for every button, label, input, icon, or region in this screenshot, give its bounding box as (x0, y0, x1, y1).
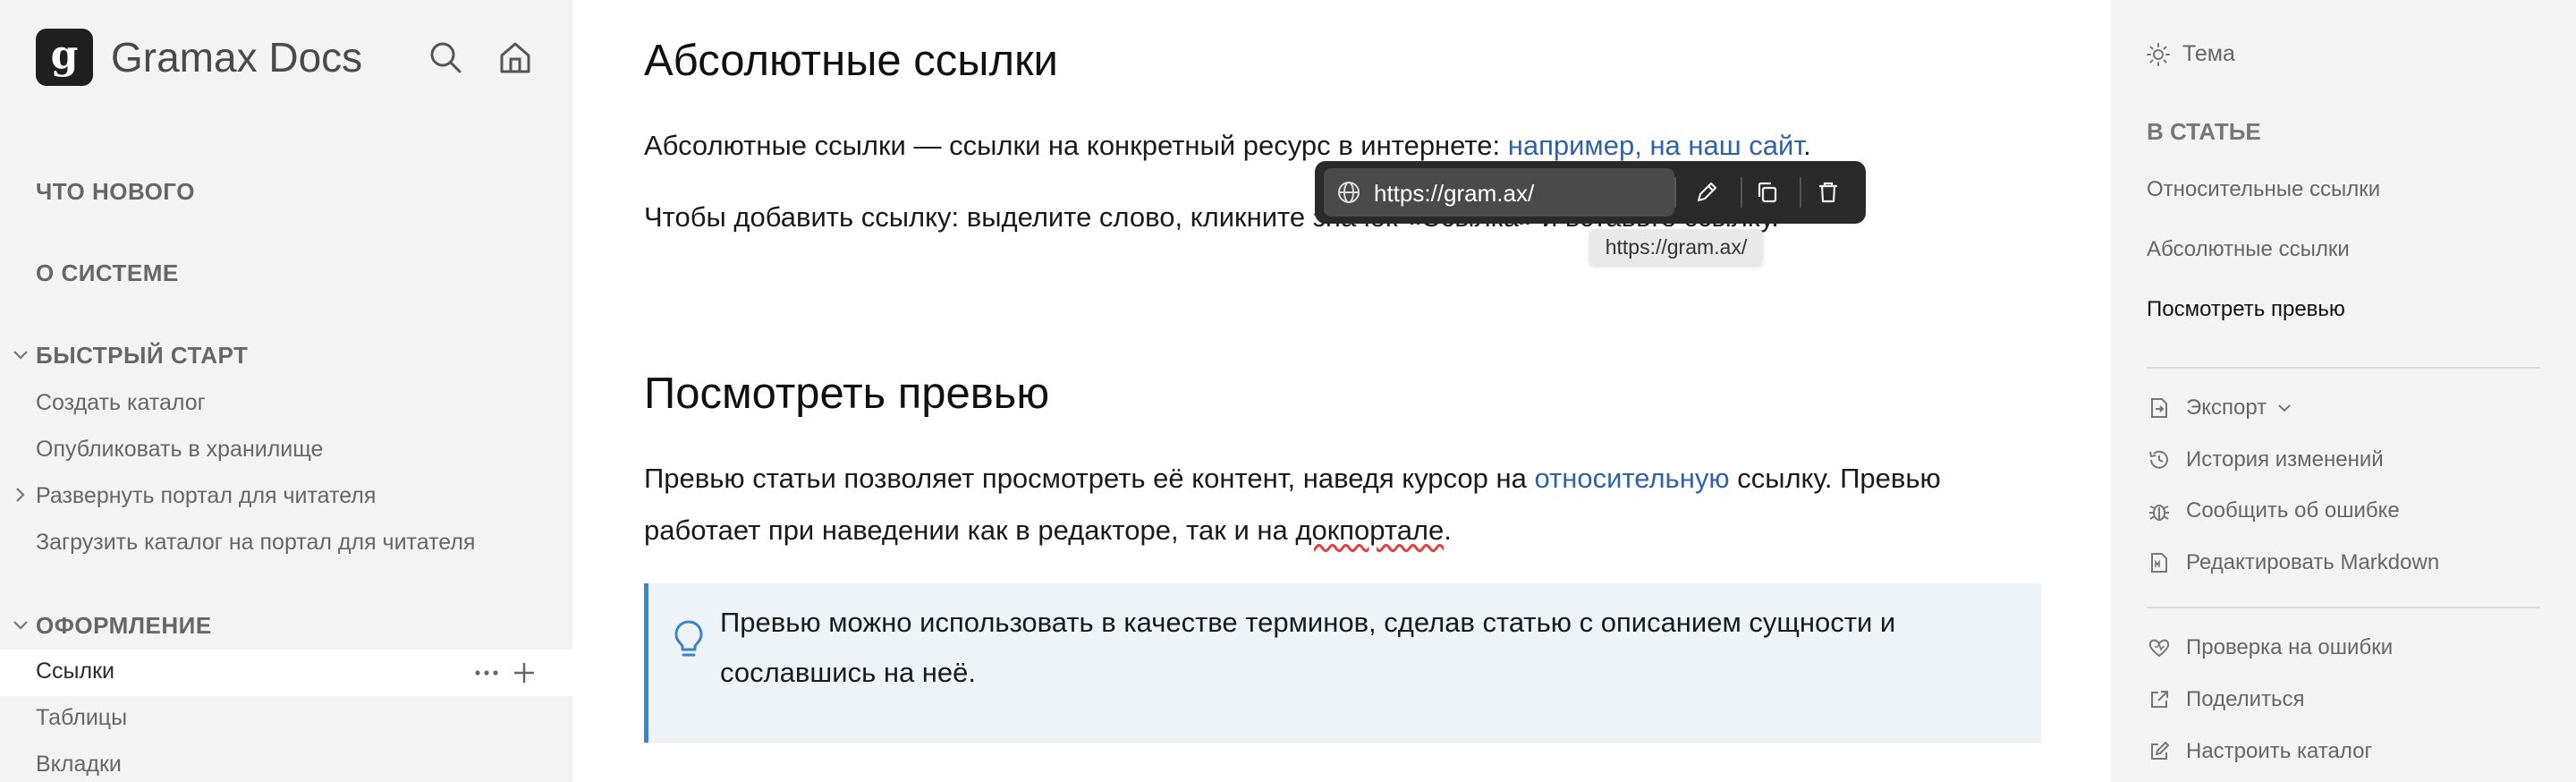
history-label: История изменений (2186, 447, 2384, 472)
configure-catalog-label: Настроить каталог (2186, 739, 2373, 763)
configure-catalog-button[interactable]: Настроить каталог (2147, 739, 2372, 764)
brand[interactable]: g Gramax Docs (36, 29, 362, 86)
sidebar-item-tabs[interactable]: Вкладки (36, 752, 122, 778)
toc-heading: В СТАТЬЕ (2147, 118, 2261, 145)
edit-link-icon[interactable] (1690, 176, 1723, 208)
sidebar-item-deploy-portal[interactable]: Развернуть портал для читателя (36, 483, 376, 509)
link-relative[interactable]: относительную (1534, 463, 1729, 494)
history-icon (2147, 447, 2172, 472)
spellcheck-word[interactable]: докпортале (1295, 514, 1444, 546)
sidebar-item-publish[interactable]: Опубликовать в хранилище (36, 437, 323, 463)
chevron-right-icon[interactable] (11, 485, 30, 505)
divider (2147, 367, 2540, 369)
nav-section-quickstart[interactable]: БЫСТРЫЙ СТАРТ (36, 342, 248, 370)
edit-markdown-label: Редактировать Markdown (2186, 550, 2440, 574)
delete-link-icon[interactable] (1812, 176, 1844, 208)
chevron-down-icon[interactable] (11, 345, 30, 365)
heading-absolute-links: Абсолютные ссылки (644, 37, 1058, 85)
nav-section-whats-new[interactable]: ЧТО НОВОГО (36, 178, 195, 206)
theme-toggle[interactable]: Тема (2147, 41, 2235, 67)
link-tooltip: https://gram.ax/ (1589, 229, 1763, 265)
link-toolbar: https://gram.ax/ (1315, 161, 1866, 224)
left-sidebar: g Gramax Docs ЧТО НОВОГО О СИСТЕМЕ БЫСТР… (0, 0, 572, 782)
sidebar-item-create-catalog[interactable]: Создать каталог (36, 390, 206, 416)
search-icon[interactable] (422, 34, 469, 81)
more-options-icon[interactable] (474, 660, 499, 685)
check-errors-label: Проверка на ошибки (2186, 635, 2394, 659)
heart-check-icon (2147, 635, 2172, 660)
sun-icon (2147, 42, 2170, 66)
toc-item-preview[interactable]: Посмотреть превью (2147, 297, 2345, 322)
history-button[interactable]: История изменений (2147, 447, 2384, 472)
app-name: Gramax Docs (111, 34, 363, 81)
theme-label: Тема (2182, 41, 2235, 66)
globe-icon (1338, 182, 1360, 203)
copy-link-icon[interactable] (1751, 176, 1784, 208)
chevron-down-icon[interactable] (11, 616, 30, 635)
gramax-logo: g (36, 29, 93, 86)
paragraph-preview-1: Превью статьи позволяет просмотреть её к… (644, 463, 1941, 494)
check-errors-button[interactable]: Проверка на ошибки (2147, 635, 2393, 660)
add-icon[interactable] (512, 660, 537, 685)
right-sidebar: Тема В СТАТЬЕ Относительные ссылки Абсол… (2111, 0, 2576, 782)
export-label: Экспорт (2186, 395, 2267, 420)
toolbar-divider (1741, 177, 1742, 208)
link-our-site[interactable]: например, на наш сайт (1508, 130, 1803, 161)
link-url-text: https://gram.ax/ (1374, 180, 1535, 207)
chevron-down-icon (2278, 404, 2291, 412)
heading-preview: Посмотреть превью (644, 370, 1050, 418)
toc-item-relative-links[interactable]: Относительные ссылки (2147, 177, 2380, 202)
edit-markdown-button[interactable]: Редактировать Markdown (2147, 550, 2439, 575)
sidebar-item-tables[interactable]: Таблицы (36, 705, 127, 731)
share-icon (2147, 687, 2172, 712)
sidebar-item-label: Ссылки (36, 659, 115, 684)
export-icon (2147, 395, 2172, 421)
markdown-file-icon (2147, 550, 2172, 575)
lightbulb-icon (674, 620, 703, 657)
share-button[interactable]: Поделиться (2147, 687, 2305, 712)
share-label: Поделиться (2186, 687, 2305, 711)
sidebar-item-upload-catalog[interactable]: Загрузить каталог на портал для читателя (36, 530, 475, 556)
divider (2147, 607, 2540, 608)
toolbar-divider (1800, 177, 1801, 208)
link-url-field[interactable]: https://gram.ax/ (1324, 168, 1674, 217)
callout-text: Превью можно использовать в качестве тер… (720, 607, 1896, 688)
home-icon[interactable] (492, 34, 538, 81)
toc-item-absolute-links[interactable]: Абсолютные ссылки (2147, 237, 2350, 262)
edit-icon (2147, 739, 2172, 764)
tip-callout: Превью можно использовать в качестве тер… (644, 583, 2041, 743)
nav-section-about[interactable]: О СИСТЕМЕ (36, 259, 179, 287)
export-button[interactable]: Экспорт (2147, 395, 2293, 421)
bug-icon (2147, 498, 2172, 523)
report-bug-label: Сообщить об ошибке (2186, 498, 2400, 523)
article-content: Абсолютные ссылки Абсолютные ссылки — сс… (572, 0, 2111, 782)
toolbar-divider (1674, 177, 1676, 208)
report-bug-button[interactable]: Сообщить об ошибке (2147, 498, 2400, 523)
nav-section-design[interactable]: ОФОРМЛЕНИЕ (36, 612, 212, 640)
paragraph-preview-2: работает при наведении как в редакторе, … (644, 514, 1452, 546)
